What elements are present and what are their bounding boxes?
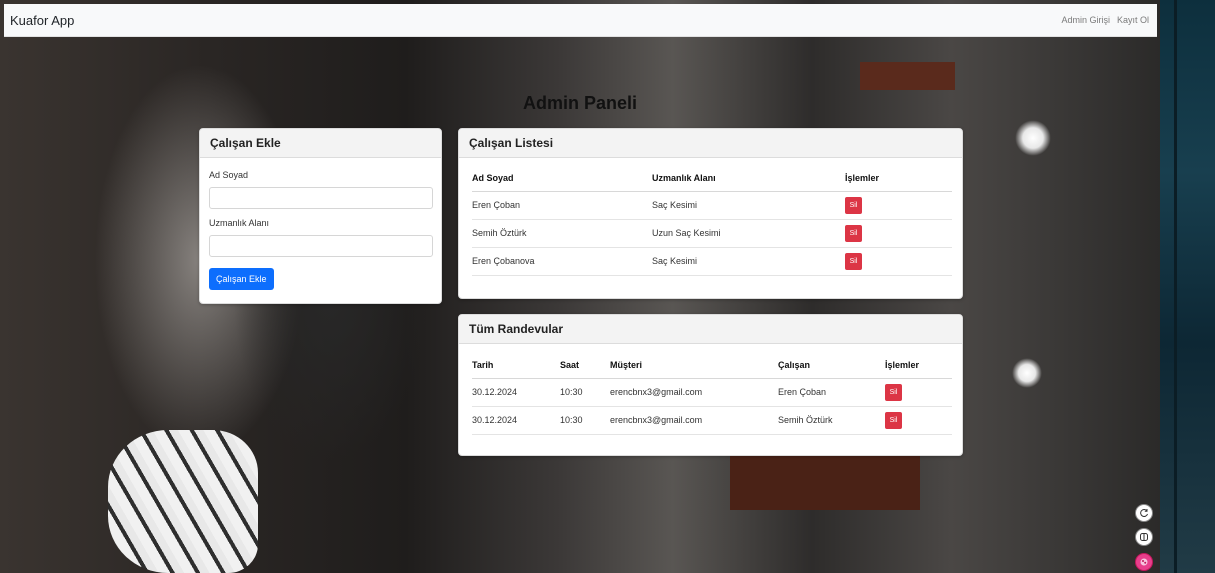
table-row: Semih Öztürk Uzun Saç Kesimi Sil	[472, 219, 952, 248]
column-header: Müşteri	[610, 353, 778, 379]
table-row: Eren Çobanova Saç Kesimi Sil	[472, 247, 952, 276]
employee-list-title: Çalışan Listesi	[459, 129, 962, 158]
refresh-icon[interactable]	[1135, 504, 1153, 522]
appointment-time: 10:30	[560, 378, 610, 407]
employee-name: Eren Çobanova	[472, 247, 652, 276]
column-header: İşlemler	[845, 166, 952, 192]
background-counter	[730, 455, 920, 510]
employee-list-card: Çalışan Listesi Ad Soyad Uzmanlık Alanı …	[458, 128, 963, 299]
column-header: Ad Soyad	[472, 166, 652, 192]
admin-login-link[interactable]: Admin Girişi	[1061, 15, 1110, 25]
table-header-row: Tarih Saat Müşteri Çalışan İşlemler	[472, 353, 952, 379]
employee-name: Semih Öztürk	[472, 219, 652, 248]
appointment-employee: Eren Çoban	[778, 378, 885, 407]
table-row: 30.12.2024 10:30 erencbnx3@gmail.com Ere…	[472, 378, 952, 407]
appointment-date: 30.12.2024	[472, 378, 560, 407]
table-row: 30.12.2024 10:30 erencbnx3@gmail.com Sem…	[472, 406, 952, 435]
navbar: Kuafor App Admin Girişi Kayıt Ol	[4, 4, 1157, 37]
employee-specialty: Uzun Saç Kesimi	[652, 219, 845, 248]
employee-specialty: Saç Kesimi	[652, 191, 845, 220]
table-row: Eren Çoban Saç Kesimi Sil	[472, 191, 952, 220]
delete-button[interactable]: Sil	[885, 411, 902, 429]
specialty-label: Uzmanlık Alanı	[209, 218, 270, 228]
employee-specialty: Saç Kesimi	[652, 247, 845, 276]
employee-table: Ad Soyad Uzmanlık Alanı İşlemler Eren Ço…	[472, 166, 952, 276]
delete-button[interactable]: Sil	[845, 252, 862, 270]
nav-links: Admin Girişi Kayıt Ol	[1061, 15, 1149, 25]
side-panel	[1160, 0, 1215, 573]
column-header: Tarih	[472, 353, 560, 379]
appointment-customer: erencbnx3@gmail.com	[610, 406, 778, 435]
column-header: İşlemler	[885, 353, 952, 379]
appointment-time: 10:30	[560, 406, 610, 435]
name-label: Ad Soyad	[209, 170, 249, 180]
name-input[interactable]	[209, 187, 433, 209]
page-title: Admin Paneli	[523, 93, 638, 113]
delete-button[interactable]: Sil	[885, 383, 902, 401]
panel-icon[interactable]	[1135, 528, 1153, 546]
brand-logo[interactable]: Kuafor App	[10, 13, 74, 28]
color-palette-icon[interactable]	[1135, 553, 1153, 571]
appointment-date: 30.12.2024	[472, 406, 560, 435]
appointments-card: Tüm Randevular Tarih Saat Müşteri Çalışa…	[458, 314, 963, 456]
appointments-table: Tarih Saat Müşteri Çalışan İşlemler 30.1…	[472, 353, 952, 435]
employee-name: Eren Çoban	[472, 191, 652, 220]
add-employee-card: Çalışan Ekle Ad Soyad Uzmanlık Alanı Çal…	[199, 128, 442, 304]
delete-button[interactable]: Sil	[845, 196, 862, 214]
column-header: Çalışan	[778, 353, 885, 379]
add-employee-button[interactable]: Çalışan Ekle	[209, 268, 274, 290]
table-header-row: Ad Soyad Uzmanlık Alanı İşlemler	[472, 166, 952, 192]
appointments-title: Tüm Randevular	[459, 315, 962, 344]
column-header: Uzmanlık Alanı	[652, 166, 845, 192]
background-shelf	[860, 62, 955, 90]
column-header: Saat	[560, 353, 610, 379]
specialty-input[interactable]	[209, 235, 433, 257]
register-link[interactable]: Kayıt Ol	[1117, 15, 1149, 25]
appointment-customer: erencbnx3@gmail.com	[610, 378, 778, 407]
background-light	[1012, 358, 1042, 388]
add-employee-card-title: Çalışan Ekle	[200, 129, 441, 158]
background-light	[1015, 120, 1051, 156]
background-cloth	[108, 430, 258, 573]
delete-button[interactable]: Sil	[845, 224, 862, 242]
appointment-employee: Semih Öztürk	[778, 406, 885, 435]
